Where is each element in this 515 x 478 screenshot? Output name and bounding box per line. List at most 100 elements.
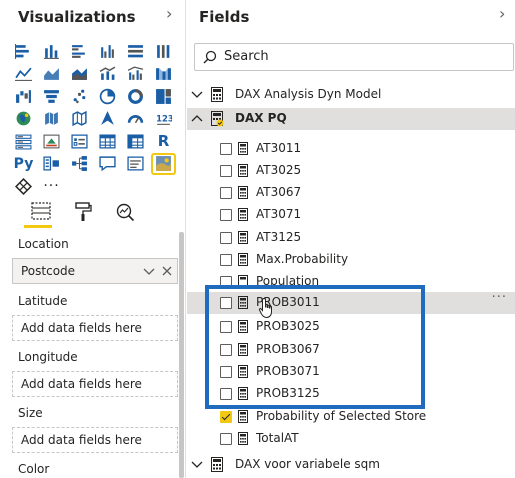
field-checkbox[interactable] (220, 209, 232, 221)
field-row[interactable]: AT3025 (187, 160, 515, 182)
analytics-magnifier-icon (116, 203, 135, 222)
latitude-well[interactable]: Add data fields here (12, 315, 178, 341)
line-clustered-icon[interactable] (124, 64, 147, 84)
table-dax-pq[interactable]: DAX PQ (187, 108, 515, 130)
field-row[interactable]: Max.Probability (187, 249, 515, 271)
100-bar-icon[interactable] (124, 41, 147, 61)
field-checkbox[interactable] (220, 143, 232, 155)
field-checkbox[interactable] (220, 165, 232, 177)
field-checkbox[interactable] (220, 344, 232, 356)
calculator-icon (238, 164, 248, 177)
multi-row-card-icon[interactable] (12, 131, 35, 151)
table-dax-voor-variabele-sqm[interactable]: DAX voor variabele sqm (187, 454, 515, 476)
calculator-icon (238, 142, 248, 155)
location-well[interactable]: Postcode (12, 258, 178, 284)
chevron-up-icon[interactable] (191, 111, 203, 125)
kpi-icon[interactable] (40, 131, 63, 151)
field-row[interactable]: AT3071 (187, 204, 515, 226)
line-chart-icon[interactable] (12, 64, 35, 84)
field-checkbox[interactable] (220, 388, 232, 400)
slicer-icon[interactable] (68, 131, 91, 151)
stacked-area-icon[interactable] (68, 64, 91, 84)
visualizations-pane: Visualizations › 12 R Py ··· Location Po… (0, 0, 186, 478)
azure-map-icon[interactable] (96, 109, 119, 129)
visualizations-scrollbar[interactable] (179, 232, 184, 478)
field-row[interactable]: PROB3071 (187, 361, 515, 383)
stacked-column-icon[interactable] (40, 41, 63, 61)
map-icon[interactable] (12, 109, 35, 129)
clustered-column-icon[interactable] (96, 41, 119, 61)
collapse-visualizations-chevron-icon[interactable]: › (166, 4, 172, 23)
field-row[interactable]: Population (187, 271, 515, 285)
funnel-icon[interactable] (40, 86, 63, 106)
remove-field-close-icon[interactable] (161, 259, 173, 292)
ribbon-chart-icon[interactable] (152, 64, 175, 84)
table-dax-analysis-dyn-model[interactable]: DAX Analysis Dyn Model (187, 84, 515, 106)
tab-format[interactable] (62, 198, 104, 232)
field-row[interactable]: AT3011 (187, 138, 515, 160)
field-checkbox[interactable] (220, 321, 232, 333)
field-checkbox[interactable] (220, 232, 232, 244)
field-checkbox[interactable] (220, 366, 232, 378)
donut-icon[interactable] (124, 86, 147, 106)
100-column-icon[interactable] (152, 41, 175, 61)
scatter-icon[interactable] (68, 86, 91, 106)
field-row[interactable]: PROB3125 (187, 383, 515, 405)
field-row[interactable]: PROB3067 (187, 339, 515, 361)
card-icon[interactable]: 123 (152, 109, 175, 129)
dropdown-chevron-icon[interactable] (143, 259, 155, 292)
matrix-icon[interactable] (124, 131, 147, 151)
r-visual-icon[interactable]: R (152, 131, 175, 151)
longitude-well[interactable]: Add data fields here (12, 371, 178, 397)
field-row[interactable]: AT3125 (187, 227, 515, 249)
gauge-icon[interactable] (124, 109, 147, 129)
smart-narrative-icon[interactable] (124, 154, 147, 174)
tab-analytics[interactable] (104, 198, 146, 232)
field-name: Population (256, 274, 320, 285)
filled-map-icon[interactable] (40, 109, 63, 129)
field-checkbox[interactable] (220, 433, 232, 445)
table-icon[interactable] (96, 131, 119, 151)
more-options-icon[interactable]: ··· (492, 290, 507, 305)
area-chart-icon[interactable] (40, 64, 63, 84)
arcgis-map-icon[interactable] (151, 152, 176, 175)
clustered-bar-icon[interactable] (68, 41, 91, 61)
pie-icon[interactable] (96, 86, 119, 106)
field-checkbox-checked[interactable] (220, 411, 232, 423)
chevron-down-icon[interactable] (191, 457, 203, 471)
qa-icon[interactable] (96, 154, 119, 174)
field-name: TotalAT (256, 431, 299, 445)
python-visual-icon[interactable]: Py (12, 154, 35, 174)
treemap-icon[interactable] (152, 86, 175, 106)
field-checkbox[interactable] (220, 276, 232, 285)
collapse-fields-chevron-icon[interactable]: › (499, 4, 505, 23)
stacked-bar-icon[interactable] (12, 41, 35, 61)
field-row[interactable]: Probability of Selected Store (187, 406, 515, 428)
calculator-icon (238, 343, 248, 356)
shape-map-icon[interactable] (68, 109, 91, 129)
field-row[interactable]: TotalAT (187, 428, 515, 450)
field-name: AT3067 (256, 185, 302, 199)
waterfall-icon[interactable] (12, 86, 35, 106)
line-column-icon[interactable] (96, 64, 119, 84)
key-influencers-icon[interactable] (40, 154, 63, 174)
field-row[interactable]: AT3067 (187, 182, 515, 204)
power-apps-icon[interactable] (12, 176, 35, 196)
more-visuals-icon[interactable]: ··· (40, 176, 63, 196)
calculator-table-icon (211, 457, 223, 472)
table-name: DAX voor variabele sqm (235, 457, 380, 471)
visualizations-title: Visualizations (18, 8, 136, 26)
calculator-icon (238, 410, 248, 423)
field-checkbox[interactable] (220, 187, 232, 199)
decomposition-tree-icon[interactable] (68, 154, 91, 174)
chevron-down-icon[interactable] (191, 87, 203, 101)
fields-search-input[interactable]: Search (194, 43, 514, 71)
calculator-icon (238, 253, 248, 266)
visualizations-tabs (20, 198, 146, 232)
field-checkbox[interactable] (220, 254, 232, 266)
field-checkbox[interactable] (220, 297, 232, 309)
size-well[interactable]: Add data fields here (12, 427, 178, 453)
tab-fields-wells[interactable] (20, 198, 62, 232)
field-row[interactable]: PROB3011 ··· (187, 290, 515, 314)
field-row[interactable]: PROB3025 (187, 316, 515, 338)
